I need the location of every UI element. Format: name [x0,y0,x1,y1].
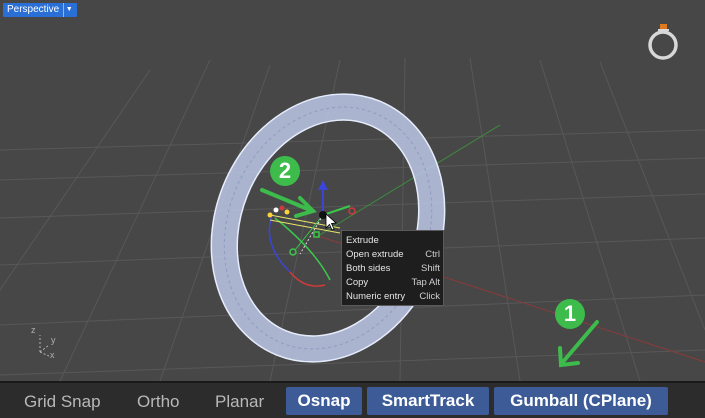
menu-item-numeric-entry[interactable]: Numeric entry Click [346,290,440,304]
ortho-toggle[interactable]: Ortho [137,389,180,414]
menu-item-open-extrude[interactable]: Open extrude Ctrl [346,248,440,262]
menu-item-copy[interactable]: Copy Tap Alt [346,276,440,290]
osnap-toggle[interactable]: Osnap [286,387,362,415]
gumball-cplane-toggle[interactable]: Gumball (CPlane) [494,387,668,415]
menu-item-extrude[interactable]: Extrude [346,234,440,248]
axis-label-x: x [50,350,55,360]
planar-toggle[interactable]: Planar [215,389,264,414]
status-bar: Grid Snap Ortho Planar Osnap SmartTrack … [0,381,705,418]
extrude-context-menu: Extrude Open extrude Ctrl Both sides Shi… [341,230,444,306]
annotation-badge-1: 1 [555,299,585,329]
axis-label-z: z [31,325,36,335]
mouse-cursor-icon [325,213,337,231]
annotation-badge-2: 2 [270,156,300,186]
viewport-title: Perspective [7,4,60,15]
caret-down-icon[interactable]: ▼ [63,3,74,17]
perspective-viewport[interactable]: z y x Perspective ▼ Extrude Open extrude… [0,0,705,381]
smarttrack-toggle[interactable]: SmartTrack [367,387,489,415]
viewport-title-tab[interactable]: Perspective ▼ [3,3,78,17]
grid-snap-toggle[interactable]: Grid Snap [24,389,101,414]
axis-label-y: y [51,335,56,345]
axis-indicator [39,335,50,357]
menu-item-both-sides[interactable]: Both sides Shift [346,262,440,276]
profile-curve[interactable] [268,214,341,287]
ring-icon [648,24,678,60]
viewport-canvas[interactable]: z y x [0,0,705,381]
